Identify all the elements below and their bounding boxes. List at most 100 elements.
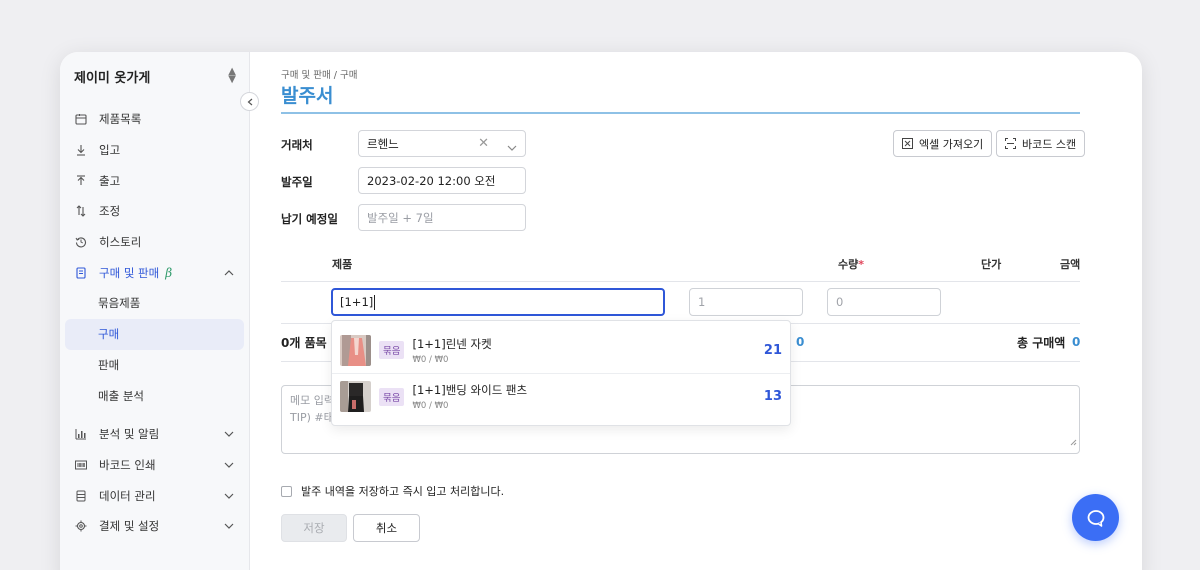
upload-icon [74,174,88,188]
total-purchase-label: 총 구매액 [1017,336,1066,350]
auto-inbound-option[interactable]: 발주 내역을 저장하고 즉시 입고 처리합니다. [281,483,504,499]
sidebar-item-label: 구매 [98,327,120,342]
due-date-label: 납기 예정일 [281,212,338,226]
suggestion-stock: 13 [763,389,782,404]
sort-arrows-icon: ▲ ▼ [228,66,236,85]
gear-icon [74,519,88,533]
due-date-placeholder: 발주일 + 7일 [367,210,434,225]
sidebar-item-label: 결제 및 설정 [99,519,160,534]
col-quantity-label: 수량 [838,258,859,271]
sidebar-item-label: 묶음제품 [98,296,141,311]
sidebar-group-label: 구매 및 판매 [99,265,160,280]
text-caret [374,294,376,310]
chat-bubble-icon [1087,509,1104,527]
vendor-select[interactable]: 르헨느 ✕ [358,130,526,157]
sidebar-group-settings[interactable]: 결제 및 설정 [60,511,250,542]
sidebar-item-label: 히스토리 [99,235,142,250]
sidebar-item-bundles[interactable]: 묶음제품 [60,288,250,319]
product-suggestions-dropdown: 묶음 [1+1]린넨 자켓 ₩0 / ₩0 21 묶음 [1+1]밴딩 와이드 … [331,320,791,426]
chevron-up-icon [224,268,234,278]
sidebar-item-products[interactable]: 제품목록 [60,104,250,135]
breadcrumb: 구매 및 판매 / 구매 [281,70,358,81]
col-quantity: 수량* [838,256,864,272]
scan-icon [1005,138,1016,149]
auto-inbound-label: 발주 내역을 저장하고 즉시 입고 처리합니다. [301,485,505,498]
store-switcher[interactable]: 제이미 옷가게 ▲ ▼ [74,66,236,86]
chevron-left-icon [247,98,252,105]
product-thumbnail [340,334,371,366]
history-icon [74,235,88,249]
quantity-total: 0 [796,335,805,349]
sidebar-item-label: 조정 [99,204,121,219]
store-name: 제이미 옷가게 [74,70,151,86]
suggestion-price: ₩0 / ₩0 [412,401,449,411]
download-icon [74,143,88,157]
sidebar-item-outbound[interactable]: 출고 [60,165,250,196]
sidebar-item-history[interactable]: 히스토리 [60,227,250,258]
sidebar-menu: 제품목록 입고 출고 조정 히스토리 구매 및 판매 β 묶음제품 구매 판매 … [60,104,250,542]
bundle-tag: 묶음 [379,341,405,359]
sidebar-item-sales-analysis[interactable]: 매출 분석 [60,380,250,411]
sidebar-item-inbound[interactable]: 입고 [60,135,250,166]
save-button[interactable]: 저장 [281,514,347,542]
sidebar-item-label: 분석 및 알림 [99,427,160,442]
chevron-down-icon [224,429,234,439]
chevron-down-icon [507,140,517,154]
sidebar-item-label: 출고 [99,173,121,188]
vendor-label: 거래처 [281,138,313,152]
sidebar-item-label: 바코드 인쇄 [99,457,156,472]
barcode-scan-label: 바코드 스캔 [1022,137,1077,151]
app-window: 제이미 옷가게 ▲ ▼ 제품목록 입고 출고 조정 히스토리 구매 및 판매 β… [60,52,1142,570]
sidebar-item-label: 데이터 관리 [99,488,156,503]
title-underline [281,112,1080,114]
auto-inbound-checkbox[interactable] [281,485,292,497]
sidebar-item-sales[interactable]: 판매 [60,350,250,381]
sidebar-group-data[interactable]: 데이터 관리 [60,480,250,511]
excel-import-label: 엑셀 가져오기 [919,137,984,151]
product-search-value: [1+1] [340,295,374,309]
unit-price-placeholder: 0 [836,295,844,309]
unit-price-input[interactable]: 0 [827,288,941,316]
sidebar-collapse-button[interactable] [240,92,259,111]
database-icon [74,489,88,503]
sidebar-group-trade[interactable]: 구매 및 판매 β [60,257,250,288]
barcode-scan-button[interactable]: 바코드 스캔 [996,130,1086,157]
order-date-label: 발주일 [281,175,313,189]
order-date-field[interactable]: 2023-02-20 12:00 오전 [358,167,526,194]
total-purchase-value: 0 [1072,335,1081,349]
page-title: 발주서 [281,85,334,107]
product-search-input[interactable]: [1+1] [331,288,665,316]
chevron-down-icon [224,460,234,470]
suggestion-name: [1+1]린넨 자켓 [412,336,492,351]
order-date-value: 2023-02-20 12:00 오전 [367,173,496,188]
document-icon [74,266,88,280]
suggestion-price: ₩0 / ₩0 [412,354,449,365]
clear-icon[interactable]: ✕ [478,136,489,151]
due-date-field[interactable]: 발주일 + 7일 [358,204,526,231]
beta-badge: β [165,265,173,280]
sidebar-item-label: 제품목록 [99,112,142,127]
sidebar-group-barcode[interactable]: 바코드 인쇄 [60,450,250,481]
bar-chart-icon [74,427,88,441]
col-product: 제품 [332,258,353,271]
sidebar-item-label: 입고 [99,143,121,158]
excel-import-button[interactable]: 엑셀 가져오기 [893,130,993,157]
product-list-icon [74,112,88,126]
chat-support-button[interactable] [1072,494,1119,541]
quantity-placeholder: 1 [698,295,706,309]
sidebar-group-analytics[interactable]: 분석 및 알림 [60,419,250,450]
bundle-tag: 묶음 [379,387,405,406]
divider [281,281,1080,282]
cancel-button[interactable]: 취소 [353,514,420,542]
sidebar-item-adjust[interactable]: 조정 [60,196,250,227]
vendor-value: 르헨느 [367,136,399,151]
chevron-down-icon [224,491,234,501]
suggestion-item[interactable]: 묶음 [1+1]린넨 자켓 ₩0 / ₩0 21 [332,327,790,373]
resize-handle-icon[interactable] [1070,434,1077,451]
sidebar-item-purchase[interactable]: 구매 [65,318,244,350]
quantity-input[interactable]: 1 [689,288,803,316]
sidebar: 제이미 옷가게 ▲ ▼ 제품목록 입고 출고 조정 히스토리 구매 및 판매 β… [60,52,250,570]
main-content: 구매 및 판매 / 구매 발주서 거래처 르헨느 ✕ 발주일 2023-02-2… [250,52,1142,570]
swap-icon [74,204,88,218]
suggestion-item[interactable]: 묶음 [1+1]밴딩 와이드 팬츠 ₩0 / ₩0 13 [332,373,790,419]
